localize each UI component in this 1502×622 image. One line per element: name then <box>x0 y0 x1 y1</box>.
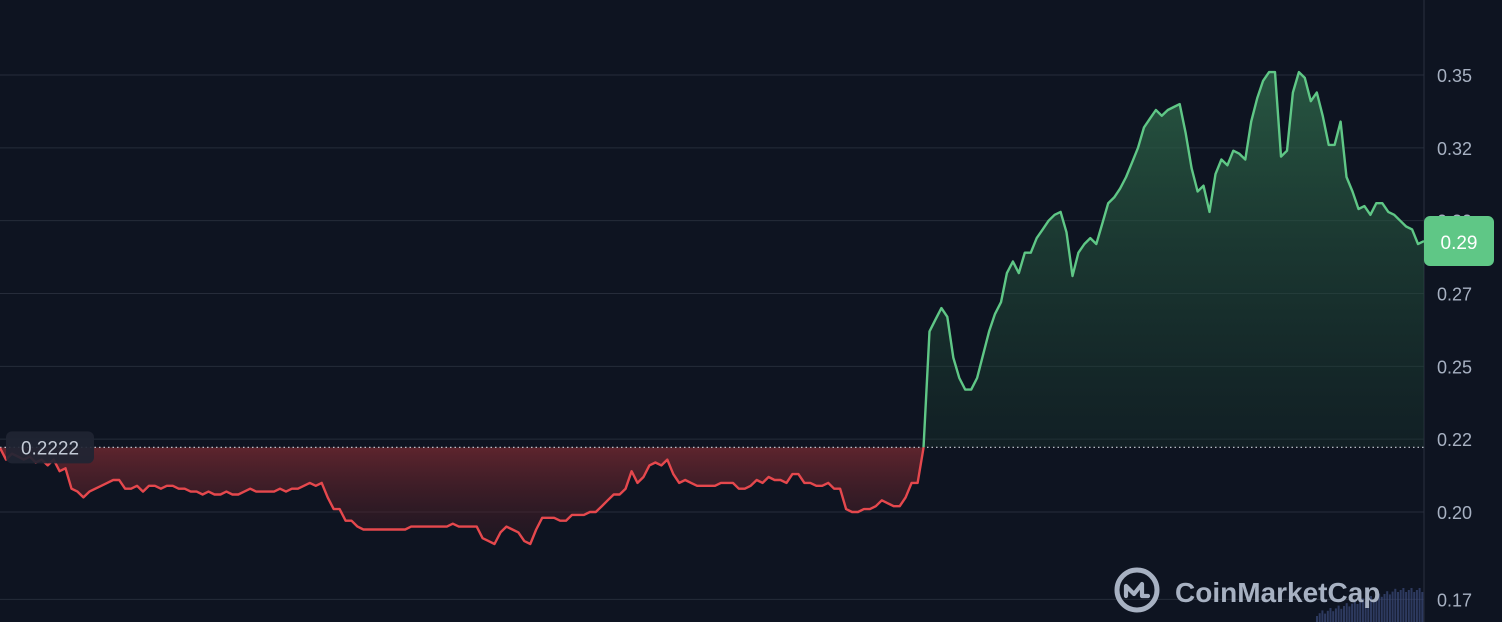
volume-bar <box>1348 606 1351 622</box>
coinmarketcap-watermark: CoinMarketCap <box>1114 567 1380 613</box>
volume-bar <box>1316 616 1318 622</box>
volume-bar <box>1329 608 1332 622</box>
volume-bar <box>1397 592 1399 622</box>
y-tick-label: 0.22 <box>1437 430 1472 450</box>
volume-bar <box>1332 611 1335 622</box>
y-tick-label: 0.32 <box>1437 139 1472 159</box>
y-tick-label: 0.17 <box>1437 590 1472 610</box>
volume-bar <box>1334 608 1337 622</box>
volume-bar <box>1318 613 1321 622</box>
volume-bar <box>1321 610 1324 622</box>
volume-bar <box>1418 588 1421 622</box>
volume-bar <box>1391 591 1394 622</box>
y-tick-label: 0.27 <box>1437 285 1472 305</box>
volume-bar <box>1413 592 1416 622</box>
volume-bar <box>1407 590 1410 622</box>
volume-bar <box>1324 613 1327 622</box>
baseline-price-badge: 0.2222 <box>6 431 94 464</box>
volume-bar <box>1399 590 1402 622</box>
volume-bar <box>1386 591 1389 622</box>
price-chart[interactable]: 0.170.200.220.250.270.300.320.35 0.2222 … <box>0 0 1502 622</box>
baseline-price-label: 0.2222 <box>21 438 79 459</box>
volume-bar <box>1402 588 1405 622</box>
volume-bar <box>1388 594 1391 622</box>
y-tick-label: 0.25 <box>1437 357 1472 377</box>
volume-bar <box>1343 606 1345 622</box>
y-tick-label: 0.20 <box>1437 503 1472 523</box>
coinmarketcap-logo-icon <box>1114 567 1160 613</box>
volume-bar <box>1415 590 1418 622</box>
volume-bar <box>1326 610 1329 622</box>
volume-bar <box>1383 594 1386 622</box>
coinmarketcap-wordmark: CoinMarketCap <box>1175 577 1380 608</box>
current-price-badge: 0.29 <box>1424 216 1494 267</box>
volume-bar <box>1380 596 1383 622</box>
y-axis-ticks: 0.170.200.220.250.270.300.320.35 <box>1437 66 1472 610</box>
volume-bar <box>1340 608 1343 622</box>
volume-bar <box>1405 592 1408 622</box>
volume-bar <box>1421 592 1424 622</box>
y-tick-label: 0.35 <box>1437 66 1472 86</box>
current-price-label: 0.29 <box>1441 233 1478 254</box>
volume-bar <box>1394 588 1397 622</box>
volume-bar <box>1410 588 1413 622</box>
volume-bar <box>1337 605 1340 622</box>
